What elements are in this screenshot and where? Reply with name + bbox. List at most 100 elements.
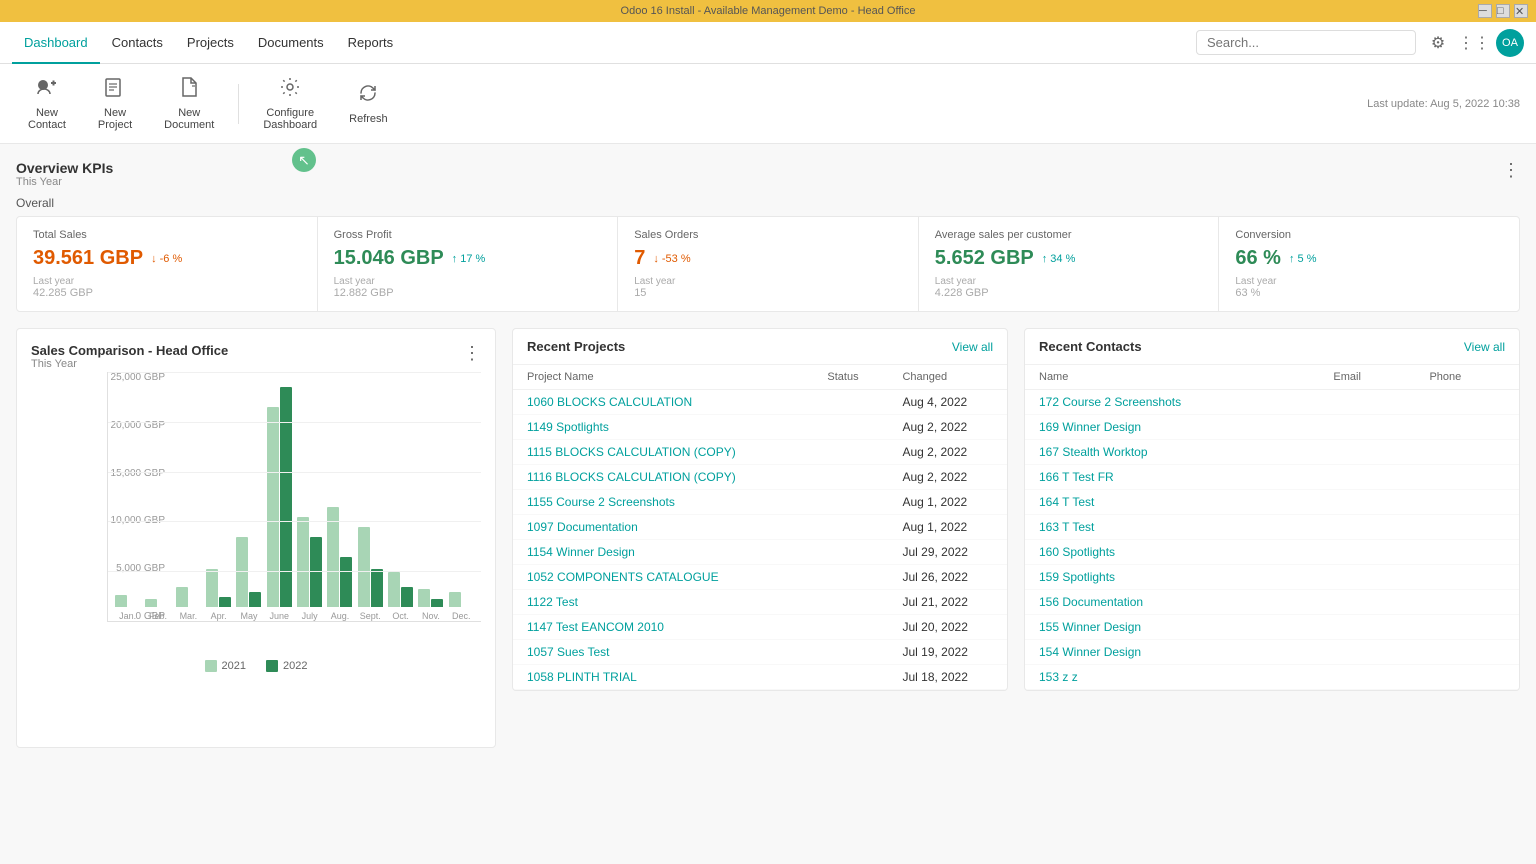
table-row: 160 Spotlights [1025,540,1519,565]
kpi-card-conversion: Conversion 66 % ↑ 5 % Last year 63 % [1218,216,1520,312]
contact-name-cell[interactable]: 164 T Test [1025,490,1319,515]
project-name-link[interactable]: 1060 BLOCKS CALCULATION [527,395,692,409]
nav-reports[interactable]: Reports [336,22,406,64]
project-name-link[interactable]: 1147 Test EANCOM 2010 [527,620,664,634]
contact-name-cell[interactable]: 169 Winner Design [1025,415,1319,440]
project-status-cell [813,565,888,590]
table-row: 1149 Spotlights Aug 2, 2022 [513,415,1007,440]
table-row: 156 Documentation [1025,590,1519,615]
chart-subtitle: This Year [31,358,228,370]
bar-group-may: May [235,537,262,621]
nav-documents[interactable]: Documents [246,22,336,64]
contact-name-cell[interactable]: 159 Spotlights [1025,565,1319,590]
project-name-link[interactable]: 1116 BLOCKS CALCULATION (COPY) [527,470,736,484]
project-name-cell[interactable]: 1116 BLOCKS CALCULATION (COPY) [513,465,813,490]
contact-name-link[interactable]: 166 T Test FR [1039,470,1114,484]
bar-group-mar: Mar. [175,587,202,621]
contact-name-cell[interactable]: 167 Stealth Worktop [1025,440,1319,465]
project-name-cell[interactable]: 1052 COMPONENTS CATALOGUE [513,565,813,590]
project-name-cell[interactable]: 1155 Course 2 Screenshots [513,490,813,515]
table-row: 154 Winner Design [1025,640,1519,665]
project-name-link[interactable]: 1122 Test [527,595,578,609]
project-name-cell[interactable]: 1154 Winner Design [513,540,813,565]
contact-name-link[interactable]: 156 Documentation [1039,595,1143,609]
table-row: 1058 PLINTH TRIAL Jul 18, 2022 [513,665,1007,690]
contact-name-cell[interactable]: 155 Winner Design [1025,615,1319,640]
contact-name-link[interactable]: 164 T Test [1039,495,1094,509]
user-avatar[interactable]: OA [1496,29,1524,57]
contact-name-cell[interactable]: 153 z z [1025,665,1319,690]
new-document-button[interactable]: NewDocument [152,70,226,137]
minimize-btn[interactable]: ─ [1478,4,1492,18]
contact-name-link[interactable]: 172 Course 2 Screenshots [1039,395,1181,409]
nav-projects[interactable]: Projects [175,22,246,64]
project-name-link[interactable]: 1097 Documentation [527,520,638,534]
settings-icon[interactable]: ⚙ [1424,29,1452,57]
contact-email-cell [1319,615,1415,640]
project-name-cell[interactable]: 1149 Spotlights [513,415,813,440]
project-name-link[interactable]: 1155 Course 2 Screenshots [527,495,675,509]
contact-name-link[interactable]: 155 Winner Design [1039,620,1141,634]
project-name-cell[interactable]: 1115 BLOCKS CALCULATION (COPY) [513,440,813,465]
contact-name-link[interactable]: 159 Spotlights [1039,570,1115,584]
project-status-cell [813,615,888,640]
title-bar: Odoo 16 Install - Available Management D… [0,0,1536,22]
recent-contacts-view-all[interactable]: View all [1464,340,1505,354]
grid-icon[interactable]: ⋮⋮ [1460,29,1488,57]
recent-contacts-header-row: Name Email Phone [1025,365,1519,390]
bar-group-feb: Feb. [144,599,171,621]
project-name-cell[interactable]: 1060 BLOCKS CALCULATION [513,390,813,415]
kpi-label-gross-profit: Gross Profit [334,229,602,241]
kpi-label-conversion: Conversion [1235,229,1503,241]
contact-name-cell[interactable]: 166 T Test FR [1025,465,1319,490]
configure-dashboard-button[interactable]: ConfigureDashboard [251,70,329,137]
recent-projects-thead: Project Name Status Changed [513,365,1007,390]
chart-more-button[interactable]: ⋮ [463,343,481,364]
project-name-link[interactable]: 1058 PLINTH TRIAL [527,670,637,684]
bar-group-aug: Aug. [326,507,353,621]
contact-name-link[interactable]: 169 Winner Design [1039,420,1141,434]
contact-email-cell [1319,415,1415,440]
nav-dashboard[interactable]: Dashboard [12,22,100,64]
project-changed-cell: Jul 21, 2022 [888,590,1007,615]
maximize-btn[interactable]: □ [1496,4,1510,18]
nav-contacts[interactable]: Contacts [100,22,175,64]
contact-name-cell[interactable]: 156 Documentation [1025,590,1319,615]
col-contact-name: Name [1025,365,1319,390]
recent-projects-view-all[interactable]: View all [952,340,993,354]
project-name-cell[interactable]: 1058 PLINTH TRIAL [513,665,813,690]
project-name-cell[interactable]: 1147 Test EANCOM 2010 [513,615,813,640]
project-name-cell[interactable]: 1097 Documentation [513,515,813,540]
contact-name-cell[interactable]: 154 Winner Design [1025,640,1319,665]
recent-projects-tbody: 1060 BLOCKS CALCULATION Aug 4, 2022 1149… [513,390,1007,690]
contact-name-cell[interactable]: 172 Course 2 Screenshots [1025,390,1319,415]
project-name-cell[interactable]: 1057 Sues Test [513,640,813,665]
project-name-cell[interactable]: 1122 Test [513,590,813,615]
project-changed-cell: Aug 2, 2022 [888,440,1007,465]
new-contact-button[interactable]: NewContact [16,70,78,137]
contact-name-link[interactable]: 154 Winner Design [1039,645,1141,659]
kpi-badge-sales-orders: ↓ -53 % [653,253,690,265]
contact-name-link[interactable]: 167 Stealth Worktop [1039,445,1148,459]
contact-name-cell[interactable]: 160 Spotlights [1025,540,1319,565]
contact-name-link[interactable]: 163 T Test [1039,520,1094,534]
refresh-button[interactable]: Refresh [337,76,400,131]
project-name-link[interactable]: 1149 Spotlights [527,420,609,434]
contact-name-link[interactable]: 153 z z [1039,670,1078,684]
new-project-button[interactable]: NewProject [86,70,144,137]
kpi-more-button[interactable]: ⋮ [1502,160,1520,181]
search-input[interactable] [1196,30,1416,55]
contact-name-cell[interactable]: 163 T Test [1025,515,1319,540]
project-name-link[interactable]: 1115 BLOCKS CALCULATION (COPY) [527,445,736,459]
contact-email-cell [1319,665,1415,690]
project-name-link[interactable]: 1057 Sues Test [527,645,610,659]
legend-label-2021: 2021 [222,660,246,672]
project-name-link[interactable]: 1154 Winner Design [527,545,635,559]
title-bar-controls[interactable]: ─ □ ✕ [1478,4,1528,18]
contact-name-link[interactable]: 160 Spotlights [1039,545,1115,559]
chart-legend: 2021 2022 [31,660,481,672]
close-btn[interactable]: ✕ [1514,4,1528,18]
project-changed-cell: Jul 19, 2022 [888,640,1007,665]
recent-contacts-title: Recent Contacts [1039,339,1142,354]
project-name-link[interactable]: 1052 COMPONENTS CATALOGUE [527,570,719,584]
